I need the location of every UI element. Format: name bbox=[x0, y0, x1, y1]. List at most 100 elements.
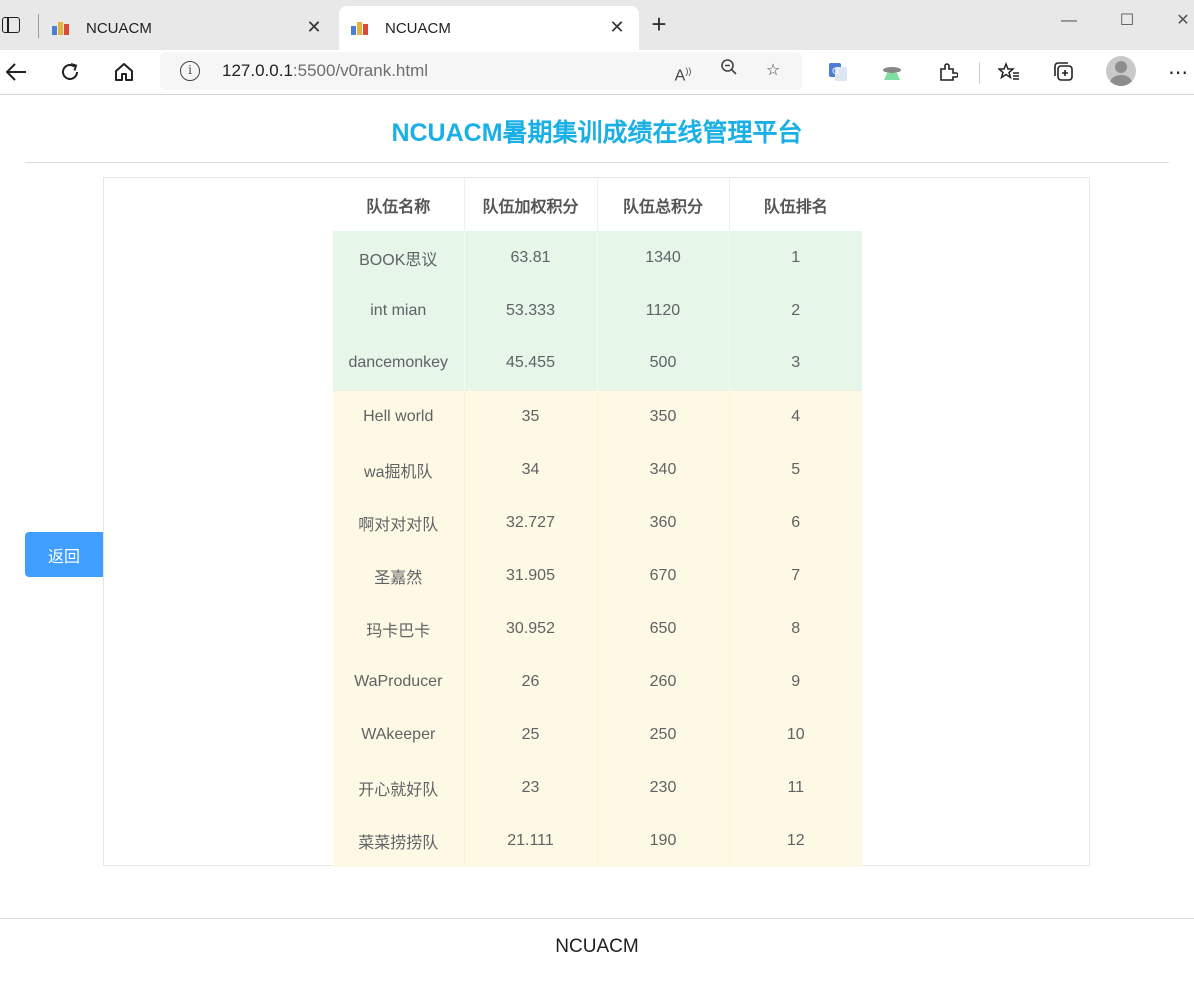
refresh-icon[interactable] bbox=[54, 56, 86, 88]
close-tab-icon[interactable]: ✕ bbox=[607, 17, 627, 37]
team-name-cell: wa掘机队 bbox=[333, 443, 465, 496]
weighted-score-cell: 35 bbox=[464, 390, 598, 443]
table-row[interactable]: wa掘机队 34 340 5 bbox=[333, 443, 862, 496]
rank-cell: 10 bbox=[729, 708, 862, 761]
rank-cell: 9 bbox=[729, 655, 862, 708]
total-score-cell: 340 bbox=[597, 443, 730, 496]
weighted-score-cell: 23 bbox=[464, 761, 598, 814]
weighted-score-cell: 45.455 bbox=[464, 337, 598, 391]
header-weighted-score[interactable]: 队伍加权积分 bbox=[464, 178, 598, 231]
team-name-cell: int mian bbox=[333, 284, 465, 337]
address-bar[interactable]: i 127.0.0.1:5500/v0rank.html A)) ☆ bbox=[160, 52, 802, 90]
rank-cell: 12 bbox=[729, 814, 862, 867]
minimize-icon[interactable]: — bbox=[1046, 8, 1092, 34]
total-score-cell: 260 bbox=[597, 655, 730, 708]
url-text[interactable]: 127.0.0.1:5500/v0rank.html bbox=[222, 61, 428, 81]
table-row[interactable]: BOOK思议 63.81 1340 1 bbox=[333, 231, 862, 284]
table-row[interactable]: 啊对对对队 32.727 360 6 bbox=[333, 496, 862, 549]
toolbar-separator bbox=[979, 62, 980, 84]
weighted-score-cell: 53.333 bbox=[464, 284, 598, 337]
rank-cell: 6 bbox=[729, 496, 862, 549]
team-name-cell: 圣嘉然 bbox=[333, 549, 465, 602]
tab-title: NCUACM bbox=[86, 19, 152, 37]
weighted-score-cell: 31.905 bbox=[464, 549, 598, 602]
translate-icon[interactable]: G bbox=[822, 56, 854, 88]
tab-separator bbox=[38, 14, 39, 38]
team-name-cell: 啊对对对队 bbox=[333, 496, 465, 549]
back-arrow-icon[interactable] bbox=[0, 56, 32, 88]
total-score-cell: 670 bbox=[597, 549, 730, 602]
weighted-score-cell: 32.727 bbox=[464, 496, 598, 549]
ranking-table: 队伍名称 队伍加权积分 队伍总积分 队伍排名 BOOK思议 63.81 1340 1 i… bbox=[333, 178, 862, 867]
title-divider bbox=[25, 162, 1169, 163]
home-icon[interactable] bbox=[108, 56, 140, 88]
total-score-cell: 250 bbox=[597, 708, 730, 761]
tab-actions-icon[interactable] bbox=[0, 13, 22, 37]
total-score-cell: 1120 bbox=[597, 284, 730, 337]
browser-tab-1[interactable]: NCUACM ✕ bbox=[40, 6, 336, 50]
team-name-cell: BOOK思议 bbox=[333, 231, 465, 284]
table-row[interactable]: dancemonkey 45.455 500 3 bbox=[333, 337, 862, 391]
table-header-row: 队伍名称 队伍加权积分 队伍总积分 队伍排名 bbox=[333, 178, 862, 231]
rank-cell: 2 bbox=[729, 284, 862, 337]
team-name-cell: dancemonkey bbox=[333, 337, 465, 391]
header-rank[interactable]: 队伍排名 bbox=[729, 178, 862, 231]
header-team-name[interactable]: 队伍名称 bbox=[333, 178, 465, 231]
team-name-cell: Hell world bbox=[333, 390, 465, 443]
zoom-out-icon[interactable] bbox=[716, 58, 742, 84]
header-total-score[interactable]: 队伍总积分 bbox=[597, 178, 730, 231]
rank-cell: 4 bbox=[729, 390, 862, 443]
read-aloud-icon[interactable]: A)) bbox=[670, 58, 696, 84]
rank-cell: 8 bbox=[729, 602, 862, 655]
table-row[interactable]: 菜菜捞捞队 21.111 190 12 bbox=[333, 814, 862, 867]
rank-cell: 7 bbox=[729, 549, 862, 602]
browser-tab-2[interactable]: NCUACM ✕ bbox=[339, 6, 639, 50]
close-window-icon[interactable]: ✕ bbox=[1160, 8, 1194, 34]
page-title: NCUACM暑期集训成绩在线管理平台 bbox=[391, 119, 803, 147]
site-favicon-icon bbox=[52, 21, 74, 35]
close-tab-icon[interactable]: ✕ bbox=[304, 17, 324, 37]
team-name-cell: 玛卡巴卡 bbox=[333, 602, 465, 655]
favorite-add-icon[interactable]: ☆ bbox=[760, 58, 786, 84]
table-row[interactable]: 开心就好队 23 230 11 bbox=[333, 761, 862, 814]
table-row[interactable]: WAkeeper 25 250 10 bbox=[333, 708, 862, 761]
table-row[interactable]: Hell world 35 350 4 bbox=[333, 390, 862, 443]
table-row[interactable]: int mian 53.333 1120 2 bbox=[333, 284, 862, 337]
team-name-cell: WAkeeper bbox=[333, 708, 465, 761]
total-score-cell: 650 bbox=[597, 602, 730, 655]
more-menu-icon[interactable]: ⋯ bbox=[1162, 56, 1194, 88]
total-score-cell: 350 bbox=[597, 390, 730, 443]
site-info-icon[interactable]: i bbox=[180, 61, 200, 81]
table-row[interactable]: WaProducer 26 260 9 bbox=[333, 655, 862, 708]
rank-cell: 5 bbox=[729, 443, 862, 496]
new-tab-icon[interactable]: + bbox=[647, 11, 671, 37]
svg-text:G: G bbox=[832, 67, 839, 77]
maximize-icon[interactable]: ☐ bbox=[1104, 8, 1150, 34]
weighted-score-cell: 30.952 bbox=[464, 602, 598, 655]
rank-cell: 11 bbox=[729, 761, 862, 814]
profile-avatar-icon[interactable] bbox=[1106, 56, 1136, 86]
favorites-icon[interactable] bbox=[993, 56, 1025, 88]
site-favicon-icon bbox=[351, 21, 373, 35]
team-name-cell: WaProducer bbox=[333, 655, 465, 708]
extensions-icon[interactable] bbox=[932, 56, 964, 88]
extension-ufo-icon[interactable] bbox=[876, 56, 908, 88]
total-score-cell: 230 bbox=[597, 761, 730, 814]
weighted-score-cell: 34 bbox=[464, 443, 598, 496]
back-button[interactable]: 返回 bbox=[25, 532, 103, 577]
footer-text: NCUACM bbox=[555, 936, 639, 957]
total-score-cell: 190 bbox=[597, 814, 730, 867]
table-row[interactable]: 圣嘉然 31.905 670 7 bbox=[333, 549, 862, 602]
collections-icon[interactable] bbox=[1048, 56, 1080, 88]
weighted-score-cell: 25 bbox=[464, 708, 598, 761]
total-score-cell: 1340 bbox=[597, 231, 730, 284]
weighted-score-cell: 63.81 bbox=[464, 231, 598, 284]
weighted-score-cell: 26 bbox=[464, 655, 598, 708]
weighted-score-cell: 21.111 bbox=[464, 814, 598, 867]
footer-divider bbox=[0, 918, 1194, 919]
table-row[interactable]: 玛卡巴卡 30.952 650 8 bbox=[333, 602, 862, 655]
browser-tab-bar: NCUACM ✕ NCUACM ✕ + — ☐ ✕ bbox=[0, 0, 1194, 50]
rank-cell: 1 bbox=[729, 231, 862, 284]
team-name-cell: 开心就好队 bbox=[333, 761, 465, 814]
tab-title: NCUACM bbox=[385, 19, 451, 37]
